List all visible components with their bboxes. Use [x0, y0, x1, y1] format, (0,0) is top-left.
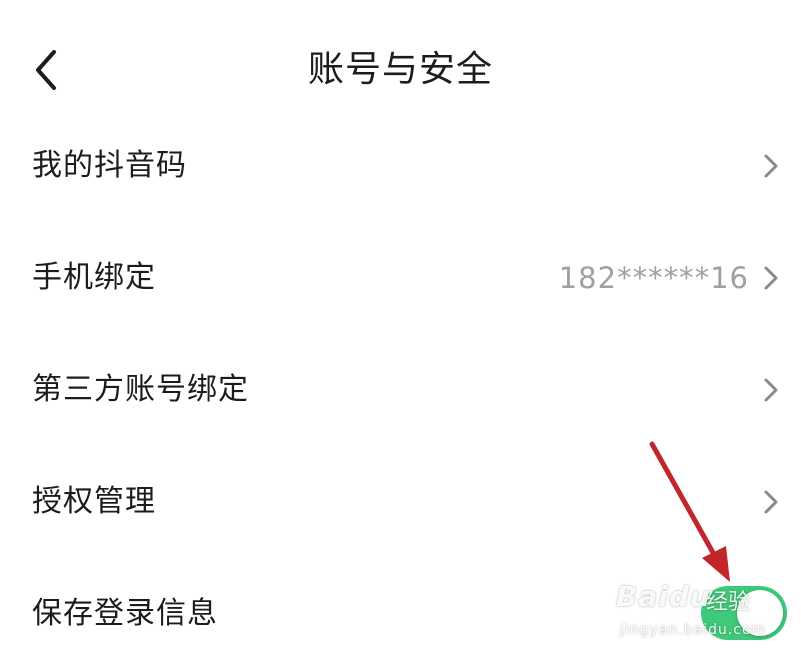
menu-item-save-login: 保存登录信息 [0, 558, 801, 670]
menu-item-label: 第三方账号绑定 [32, 372, 249, 407]
settings-list: 我的抖音码 手机绑定 182******16 第三方账号绑定 授权管理 保存登录… [0, 110, 801, 670]
toggle-knob [737, 590, 783, 636]
save-login-toggle[interactable] [701, 586, 787, 640]
chevron-right-icon [764, 490, 778, 514]
page-title: 账号与安全 [307, 49, 493, 90]
menu-item-authorization[interactable]: 授权管理 [0, 446, 801, 558]
menu-item-label: 我的抖音码 [32, 148, 187, 183]
chevron-right-icon [764, 266, 778, 290]
menu-item-phone-binding[interactable]: 手机绑定 182******16 [0, 222, 801, 334]
menu-item-label: 手机绑定 [32, 260, 156, 295]
phone-number-value: 182******16 [558, 261, 749, 295]
chevron-right-icon [764, 378, 778, 402]
chevron-right-icon [764, 154, 778, 178]
menu-item-third-party-binding[interactable]: 第三方账号绑定 [0, 334, 801, 446]
menu-item-label: 授权管理 [32, 484, 156, 519]
menu-item-douyin-code[interactable]: 我的抖音码 [0, 110, 801, 222]
menu-item-label: 保存登录信息 [32, 596, 218, 631]
